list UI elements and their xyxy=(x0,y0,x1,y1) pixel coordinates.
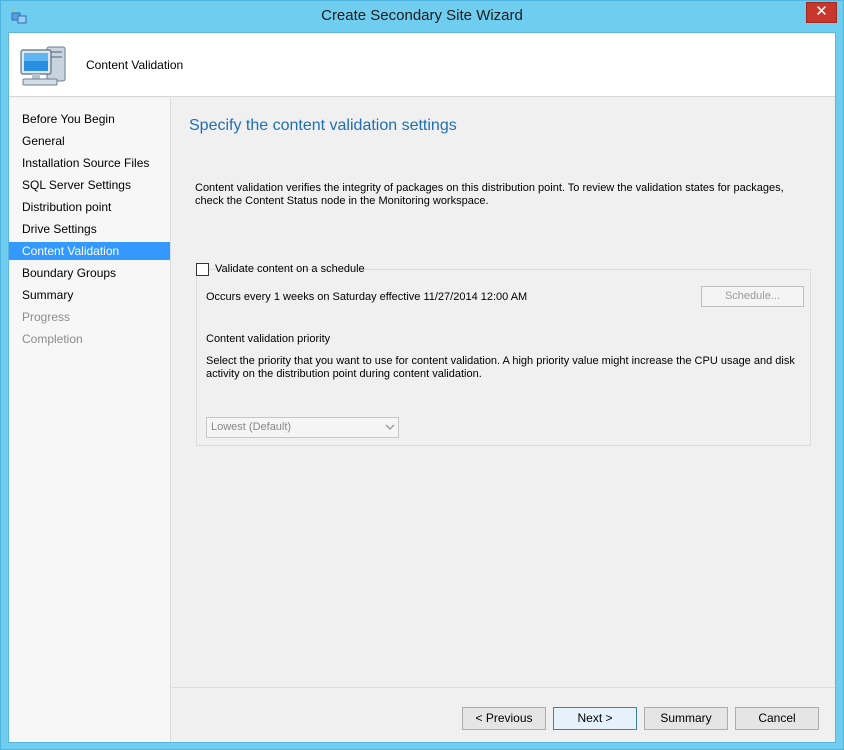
sidebar-item-before-you-begin[interactable]: Before You Begin xyxy=(9,110,170,128)
sidebar-item-progress: Progress xyxy=(22,310,71,324)
close-icon: ✕ xyxy=(815,3,828,20)
schedule-group-box: Occurs every 1 weeks on Saturday effecti… xyxy=(196,269,811,446)
schedule-button: Schedule... xyxy=(701,286,804,307)
sidebar-item-completion: Completion xyxy=(22,332,83,346)
sidebar-item-sql-server-settings[interactable]: SQL Server Settings xyxy=(9,176,170,194)
validate-schedule-label[interactable]: Validate content on a schedule xyxy=(215,263,365,276)
priority-dropdown-value: Lowest (Default) xyxy=(211,421,292,433)
sidebar-item-installation-source-files[interactable]: Installation Source Files xyxy=(9,154,170,172)
sidebar-item-drive-settings[interactable]: Drive Settings xyxy=(9,220,170,238)
header-title: Content Validation xyxy=(86,58,184,72)
sidebar-item-general[interactable]: General xyxy=(9,132,170,150)
sidebar-item-boundary-groups[interactable]: Boundary Groups xyxy=(9,264,170,282)
summary-button[interactable]: Summary xyxy=(644,707,728,730)
wizard-page-content: Specify the content validation settings … xyxy=(172,98,835,686)
schedule-occurs-text: Occurs every 1 weeks on Saturday effecti… xyxy=(206,291,528,303)
title-bar[interactable]: Create Secondary Site Wizard ✕ xyxy=(1,1,843,32)
wizard-steps-sidebar: Before You Begin General Installation So… xyxy=(9,98,171,742)
close-button[interactable]: ✕ xyxy=(806,2,837,23)
sidebar-item-content-validation[interactable]: Content Validation xyxy=(9,242,170,260)
priority-title: Content validation priority xyxy=(206,333,331,345)
computer-icon xyxy=(20,46,66,86)
wizard-client-area: Content Validation Before You Begin Gene… xyxy=(8,32,836,743)
page-title: Specify the content validation settings xyxy=(189,117,457,134)
wizard-window: Create Secondary Site Wizard ✕ Content V… xyxy=(0,0,844,750)
window-title: Create Secondary Site Wizard xyxy=(321,7,523,24)
cancel-button[interactable]: Cancel xyxy=(735,707,819,730)
footer-divider xyxy=(172,687,835,688)
priority-dropdown: Lowest (Default) xyxy=(206,417,399,438)
sidebar-item-summary[interactable]: Summary xyxy=(9,286,170,304)
next-button[interactable]: Next > xyxy=(553,707,637,730)
validate-schedule-checkbox[interactable] xyxy=(196,263,209,276)
validate-schedule-checkbox-row[interactable]: Validate content on a schedule xyxy=(196,263,365,277)
sidebar-item-distribution-point[interactable]: Distribution point xyxy=(9,198,170,216)
chevron-down-icon xyxy=(385,424,395,430)
previous-button[interactable]: < Previous xyxy=(462,707,546,730)
page-description: Content validation verifies the integrit… xyxy=(195,182,784,207)
priority-description: Select the priority that you want to use… xyxy=(206,355,795,380)
wizard-header: Content Validation xyxy=(9,33,835,97)
